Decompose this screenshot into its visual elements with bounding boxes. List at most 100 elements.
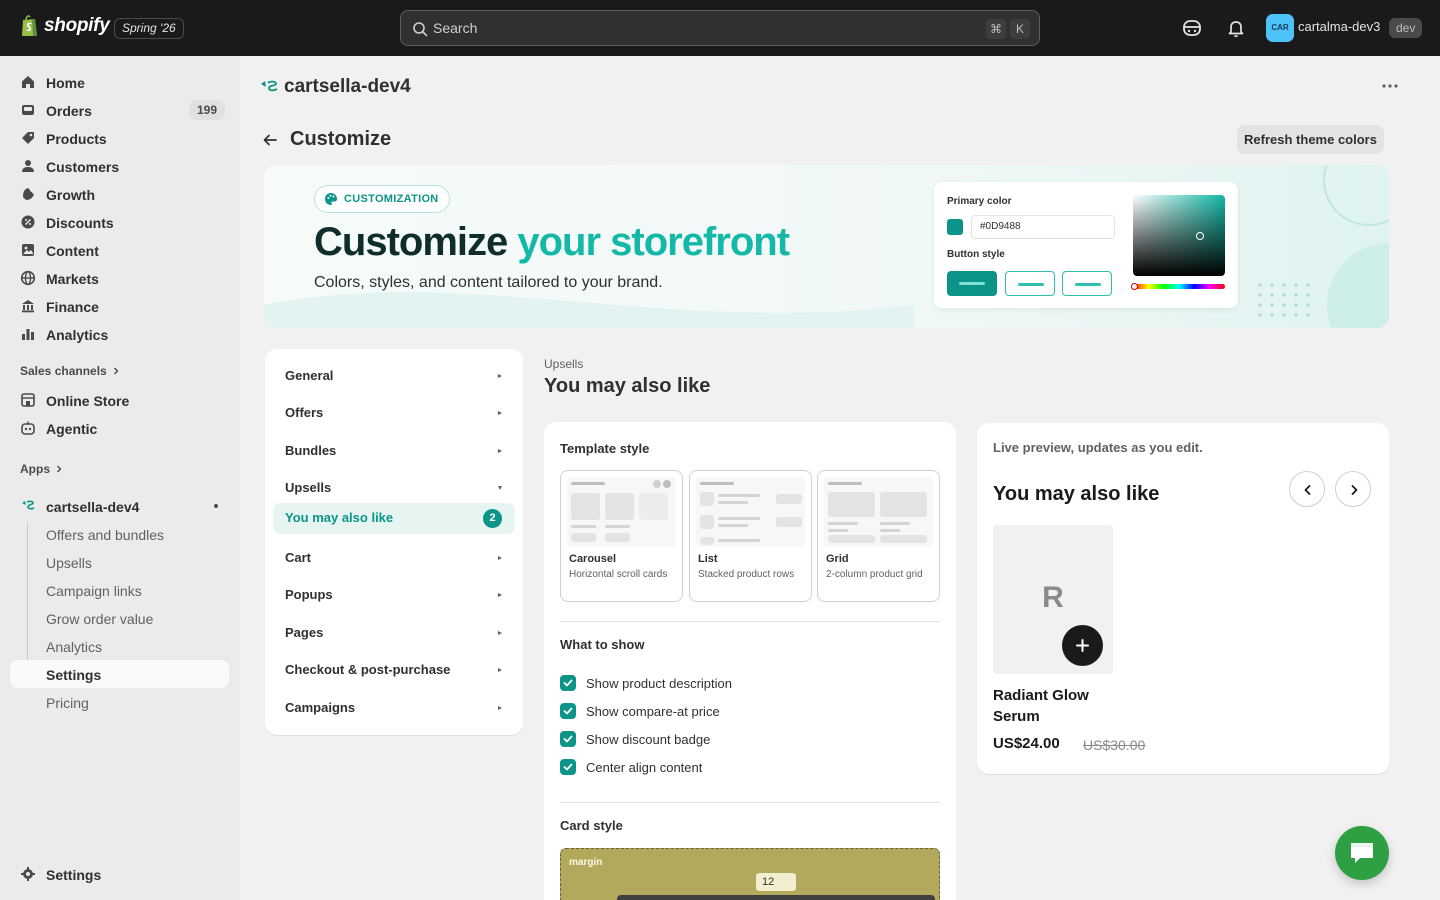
more-actions-icon[interactable] [1380,76,1400,96]
shortcut-k-key: K [1010,19,1030,39]
content-icon [22,244,34,256]
template-option-carousel[interactable]: Carousel Horizontal scroll cards [560,470,683,602]
sidebar-item-online-store[interactable]: Online Store [10,386,229,414]
plus-icon [1076,639,1089,652]
settings-nav-bundles[interactable]: Bundles [265,436,523,466]
option-show-discount-badge[interactable]: Show discount badge [560,729,710,749]
app-title: cartsella-dev4 [284,76,411,97]
settings-nav-upsells[interactable]: Upsells [265,473,523,503]
orders-icon [22,105,34,115]
product-image-placeholder[interactable]: R [993,525,1113,674]
sidebar-subitem-label: Grow order value [46,611,154,627]
bar-chart-icon [22,329,34,340]
hero-headline: Customize your storefront [314,220,790,265]
settings-nav-cart[interactable]: Cart [265,543,523,573]
margin-box-editor[interactable]: margin 12 [560,848,940,900]
search-placeholder: Search [433,20,478,36]
search-bar[interactable]: Search ⌘ K [400,10,1040,46]
section-title: You may also like [544,375,711,397]
sidebar-item-orders[interactable]: Orders 199 [10,96,229,124]
option-label: Show compare-at price [586,703,720,719]
carousel-next-button[interactable] [1335,471,1371,507]
sidebar-subitem-label: Campaign links [46,583,142,599]
settings-nav-checkout[interactable]: Checkout & post-purchase [265,655,523,685]
sidebar-item-products[interactable]: Products [10,124,229,152]
primary-color-swatch [947,219,963,235]
sidebar-item-content[interactable]: Content [10,236,229,264]
caret-right-icon [498,449,502,453]
sidebar-subitem-pricing[interactable]: Pricing [10,688,229,716]
option-show-compare-at-price[interactable]: Show compare-at price [560,701,720,721]
apps-heading[interactable]: Apps [20,462,64,476]
caret-right-icon [498,556,502,560]
settings-nav: General Offers Bundles Upsells You may a… [265,349,523,735]
option-center-align[interactable]: Center align content [560,757,702,777]
sidebar-item-discounts[interactable]: Discounts [10,208,229,236]
sidebar-item-agentic[interactable]: Agentic [10,414,229,442]
chevron-left-icon [1304,485,1311,495]
template-option-grid[interactable]: Grid 2-column product grid [817,470,940,602]
sidebar-subitem-analytics[interactable]: Analytics [10,632,229,660]
settings-nav-pages[interactable]: Pages [265,618,523,648]
sales-channels-heading[interactable]: Sales channels [20,364,121,378]
color-picker-field [1133,195,1225,276]
template-option-list[interactable]: List Stacked product rows [689,470,812,602]
sidebar-item-finance[interactable]: Finance [10,292,229,320]
shopify-logo[interactable]: shopify [20,14,110,38]
sidebar-subitem-campaign-links[interactable]: Campaign links [10,576,229,604]
sidebar-item-label: Content [46,243,99,259]
sidebar-item-app[interactable]: cartsella-dev4 [10,492,229,520]
settings-nav-general[interactable]: General [265,361,523,391]
sidebar-item-analytics[interactable]: Analytics [10,320,229,348]
sidebar-subitem-grow-order-value[interactable]: Grow order value [10,604,229,632]
palette-icon [325,193,337,205]
checkbox-checked[interactable] [560,675,576,691]
sidebar-subitem-settings[interactable]: Settings [10,660,229,688]
margin-value-input[interactable]: 12 [756,873,796,891]
settings-nav-campaigns[interactable]: Campaigns [265,693,523,723]
product-price: US$24.00 [993,735,1060,752]
sidebar-subitem-upsells[interactable]: Upsells [10,548,229,576]
sidebar-subitem-label: Upsells [46,555,92,571]
back-arrow-icon[interactable] [262,132,278,148]
edition-badge: Spring '26 [114,18,184,39]
settings-nav-offers[interactable]: Offers [265,398,523,428]
settings-nav-popups[interactable]: Popups [265,580,523,610]
settings-nav-you-may-also-like[interactable]: You may also like 2 [273,503,515,534]
option-show-description[interactable]: Show product description [560,673,732,693]
live-preview-label: Live preview, updates as you edit. [993,440,1203,455]
carousel-prev-button[interactable] [1289,471,1325,507]
bell-icon[interactable] [1224,16,1248,40]
sidebar-subitem-label: Pricing [46,695,89,711]
settings-nav-label: Cart [285,550,312,565]
sidebar-item-markets[interactable]: Markets [10,264,229,292]
avatar[interactable]: CAR [1266,14,1294,42]
chat-button[interactable] [1335,826,1389,880]
check-icon [563,735,573,743]
sidekick-icon[interactable] [1180,16,1204,40]
page-title: Customize [290,128,392,150]
divider [560,621,940,622]
store-name[interactable]: cartalma-dev3 [1298,19,1380,34]
sidebar-subitem-offers-bundles[interactable]: Offers and bundles [10,520,229,548]
sidebar-item-home[interactable]: Home [10,68,229,96]
upsell-config-card: Template style Carousel Horizontal scrol… [544,422,956,900]
sidebar-item-label: Customers [46,159,120,175]
globe-icon [20,270,36,286]
app-header: cartsella-dev4 [260,76,411,98]
sidebar-item-customers[interactable]: Customers [10,152,229,180]
refresh-theme-colors-button[interactable]: Refresh theme colors [1237,125,1384,154]
sidebar-item-settings[interactable]: Settings [10,860,229,888]
product-name[interactable]: Radiant Glow Serum [993,685,1133,727]
sidebar-subitem-label: Offers and bundles [46,527,165,543]
chevron-right-icon [57,465,62,473]
caret-down-icon [498,486,502,490]
dot-grid-decoration [1258,283,1310,317]
checkbox-checked[interactable] [560,731,576,747]
button-style-outline-alt [1062,271,1112,296]
add-to-cart-button[interactable] [1062,625,1103,666]
settings-nav-label: Offers [285,405,324,420]
checkbox-checked[interactable] [560,759,576,775]
checkbox-checked[interactable] [560,703,576,719]
sidebar-item-growth[interactable]: Growth [10,180,229,208]
